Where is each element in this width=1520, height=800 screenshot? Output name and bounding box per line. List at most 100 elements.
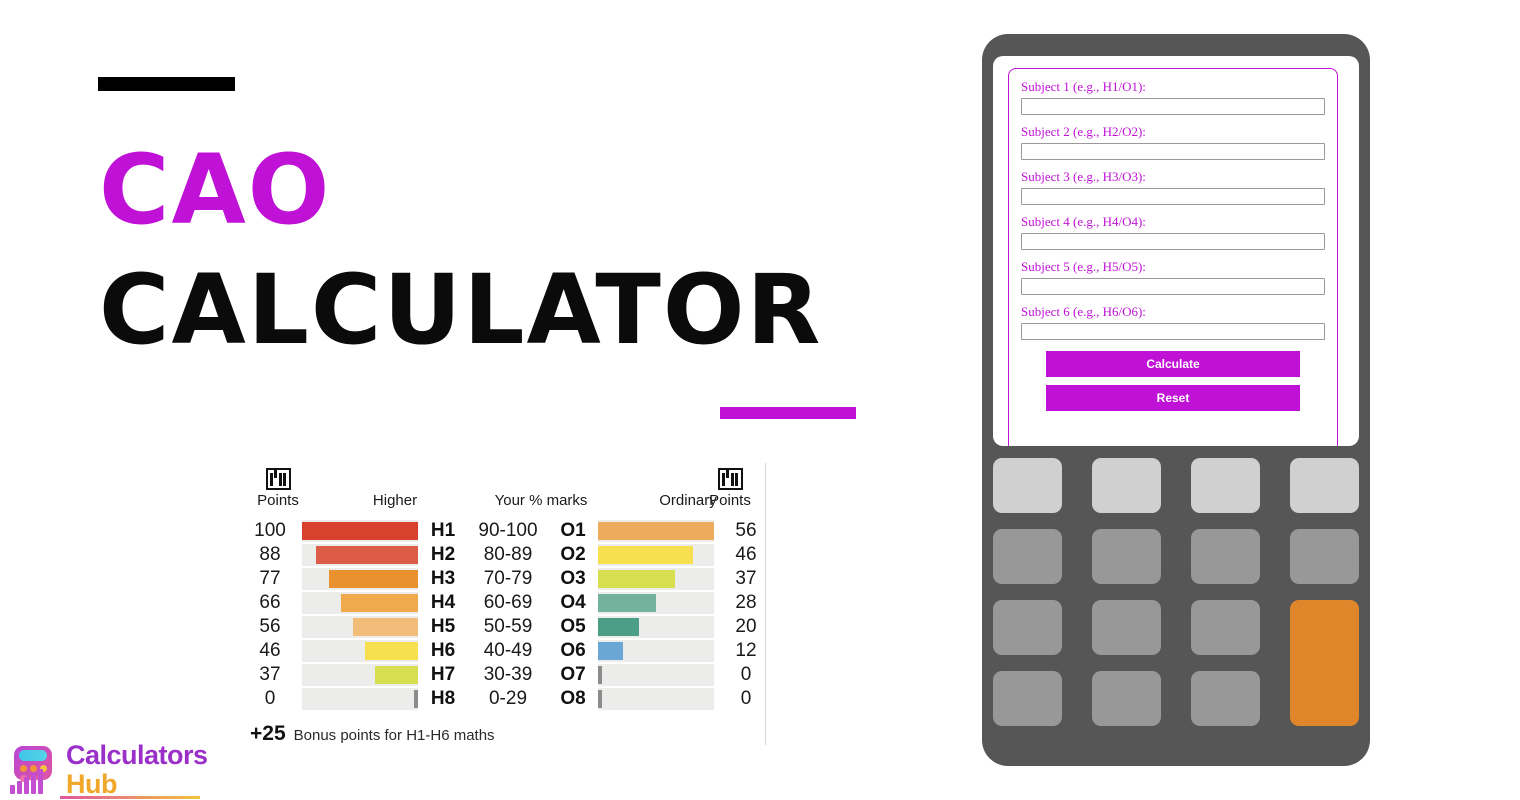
key-digit-6[interactable] (1191, 600, 1260, 655)
key-digit-4[interactable] (993, 600, 1062, 655)
ordinary-bar-track (598, 592, 714, 614)
key-digit-5[interactable] (1092, 600, 1161, 655)
subject-label-4: Subject 4 (e.g., H4/O4): (1021, 214, 1146, 229)
key-operator-1[interactable] (1290, 529, 1359, 584)
grade-labels: H3 70-79 O3 (418, 567, 598, 591)
brand-name-top: Calculators (66, 740, 208, 770)
key-equals-accent[interactable] (1290, 600, 1359, 726)
ordinary-bar-track (598, 640, 714, 662)
ordinary-points-value: 20 (735, 616, 757, 637)
subject-input-4[interactable] (1021, 233, 1325, 250)
marks-range: 70-79 (483, 568, 533, 589)
higher-points-value: 66 (259, 592, 281, 613)
higher-points-value: 46 (259, 640, 281, 661)
higher-grade-code: H4 (430, 592, 456, 613)
higher-points-value: 88 (259, 544, 281, 565)
higher-points-value: 100 (254, 520, 286, 541)
calculator-device: Subject 1 (e.g., H1/O1): Subject 2 (e.g.,… (982, 34, 1370, 766)
subject-field-4: Subject 4 (e.g., H4/O4): (1021, 214, 1325, 250)
grade-labels: H8 0-29 O8 (418, 687, 598, 711)
keypad-grid (993, 458, 1359, 752)
key-function-4[interactable] (1290, 458, 1359, 513)
higher-grade-code: H6 (430, 640, 456, 661)
brand-logo-underline (60, 796, 200, 799)
key-digit-3[interactable] (1191, 529, 1260, 584)
higher-bar-track (302, 640, 418, 662)
page-title-calculator: CALCULATOR (99, 254, 823, 366)
subject-input-6[interactable] (1021, 323, 1325, 340)
marks-range: 90-100 (478, 520, 538, 541)
key-digit-1[interactable] (993, 529, 1062, 584)
ordinary-bar-track (598, 568, 714, 590)
cao-points-form: Subject 1 (e.g., H1/O1): Subject 2 (e.g.,… (1008, 68, 1338, 446)
marks-column-header: Your % marks (494, 492, 588, 509)
calculator-keypad (993, 458, 1359, 752)
subject-field-5: Subject 5 (e.g., H5/O5): (1021, 259, 1325, 295)
chart-row: 46 H6 40-49 O6 12 (250, 639, 766, 663)
ordinary-points-value: 12 (735, 640, 757, 661)
brand-logo[interactable]: Calculators Hub (6, 742, 208, 798)
ordinary-bar (598, 570, 675, 588)
ordinary-bar-track (598, 688, 714, 710)
higher-bar (375, 666, 418, 684)
key-function-1[interactable] (993, 458, 1062, 513)
key-digit-2[interactable] (1092, 529, 1161, 584)
grade-labels: H4 60-69 O4 (418, 591, 598, 615)
higher-grade-code: H2 (430, 544, 456, 565)
ordinary-grade-code: O1 (560, 520, 586, 541)
key-function-2[interactable] (1092, 458, 1161, 513)
grade-labels: H7 30-39 O7 (418, 663, 598, 687)
chart-row: 66 H4 60-69 O4 28 (250, 591, 766, 615)
higher-points-value: 37 (259, 664, 281, 685)
key-digit-9[interactable] (1191, 671, 1260, 726)
ordinary-bar-track (598, 544, 714, 566)
subject-label-3: Subject 3 (e.g., H3/O3): (1021, 169, 1146, 184)
points-header-left: Points (250, 468, 306, 509)
chart-rows: 100 H1 90-100 O1 56 88 H2 80-89 O2 46 77 H3 70-79 O3 3… (250, 519, 766, 711)
points-header-right: Points (702, 468, 758, 509)
brand-name-bottom: Hub (66, 769, 117, 799)
subject-input-3[interactable] (1021, 188, 1325, 205)
grade-labels: H2 80-89 O2 (418, 543, 598, 567)
ordinary-points-value: 28 (735, 592, 757, 613)
ordinary-bar (598, 642, 623, 660)
higher-bar (302, 522, 418, 540)
chart-row: 88 H2 80-89 O2 46 (250, 543, 766, 567)
subject-label-5: Subject 5 (e.g., H5/O5): (1021, 259, 1146, 274)
grades-points-chart: Points Higher Your % marks Ordinary Poin… (250, 460, 766, 745)
higher-grade-code: H1 (430, 520, 456, 541)
chart-header: Points Higher Your % marks Ordinary Poin… (250, 460, 766, 512)
reset-button[interactable]: Reset (1046, 385, 1300, 411)
subject-field-1: Subject 1 (e.g., H1/O1): (1021, 79, 1325, 115)
cao-badge-icon (265, 468, 291, 490)
higher-bar (353, 618, 418, 636)
ordinary-bar-track (598, 616, 714, 638)
marks-range: 30-39 (483, 664, 533, 685)
keypad-row (993, 458, 1359, 513)
higher-bar-zero (414, 690, 418, 708)
calculate-button[interactable]: Calculate (1046, 351, 1300, 377)
calculator-bars-icon (6, 744, 58, 796)
higher-bar (341, 594, 418, 612)
marks-range: 0-29 (488, 688, 528, 709)
hero-top-rule (98, 77, 235, 91)
points-label-left: Points (257, 492, 299, 509)
subject-label-2: Subject 2 (e.g., H2/O2): (1021, 124, 1146, 139)
key-function-3[interactable] (1191, 458, 1260, 513)
subject-input-5[interactable] (1021, 278, 1325, 295)
higher-grade-code: H8 (430, 688, 456, 709)
subject-input-1[interactable] (1021, 98, 1325, 115)
keypad-row (993, 529, 1359, 584)
subject-label-6: Subject 6 (e.g., H6/O6): (1021, 304, 1146, 319)
key-digit-8[interactable] (1092, 671, 1161, 726)
ordinary-bar (598, 594, 656, 612)
higher-bar (364, 642, 418, 660)
ordinary-bar-zero (598, 690, 602, 708)
ordinary-bar-track (598, 520, 714, 542)
key-digit-7[interactable] (993, 671, 1062, 726)
ordinary-points-value: 46 (735, 544, 757, 565)
chart-row: 56 H5 50-59 O5 20 (250, 615, 766, 639)
grade-labels: H6 40-49 O6 (418, 639, 598, 663)
subject-input-2[interactable] (1021, 143, 1325, 160)
higher-points-value: 56 (259, 616, 281, 637)
